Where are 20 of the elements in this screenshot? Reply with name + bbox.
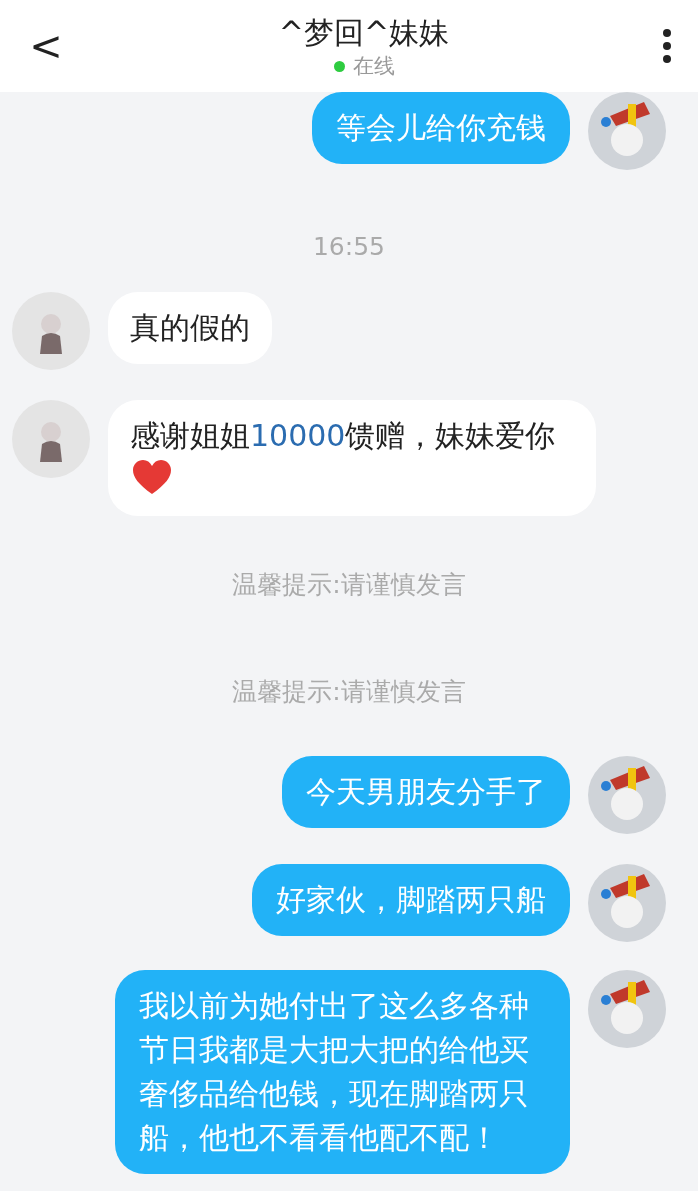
back-button[interactable]: < [26,26,66,66]
online-status: 在线 [352,53,395,79]
more-icon[interactable] [662,28,672,64]
sent-message-bubble: 我以前为她付出了这么多各种节日我都是大把大把的给他买奢侈品给他钱，现在脚踏两只船，他也不看看他配不配！ [115,969,570,1174]
avatar[interactable] [12,399,90,478]
chat-title: ^梦回^妹妹 [278,14,450,52]
notice-text: 温馨提示:请谨慎发言 [232,568,466,601]
heart-icon [132,459,172,496]
sent-message-bubble: 今天男朋友分手了 [282,755,570,828]
avatar[interactable] [588,92,666,170]
sent-message-bubble: 好家伙，脚踏两只船 [252,863,570,936]
sent-message-bubble: 等会儿给你充钱 [312,92,570,164]
avatar[interactable] [588,863,666,942]
notice-text: 温馨提示:请谨慎发言 [232,676,466,708]
timestamp: 16:55 [312,231,385,263]
avatar[interactable] [588,969,666,1048]
received-message-bubble: 真的假的 [108,291,272,364]
avatar[interactable] [12,291,90,370]
avatar[interactable] [588,755,666,834]
received-message-bubble: 感谢姐姐10000馈赠，妹妹爱你 [108,399,596,516]
